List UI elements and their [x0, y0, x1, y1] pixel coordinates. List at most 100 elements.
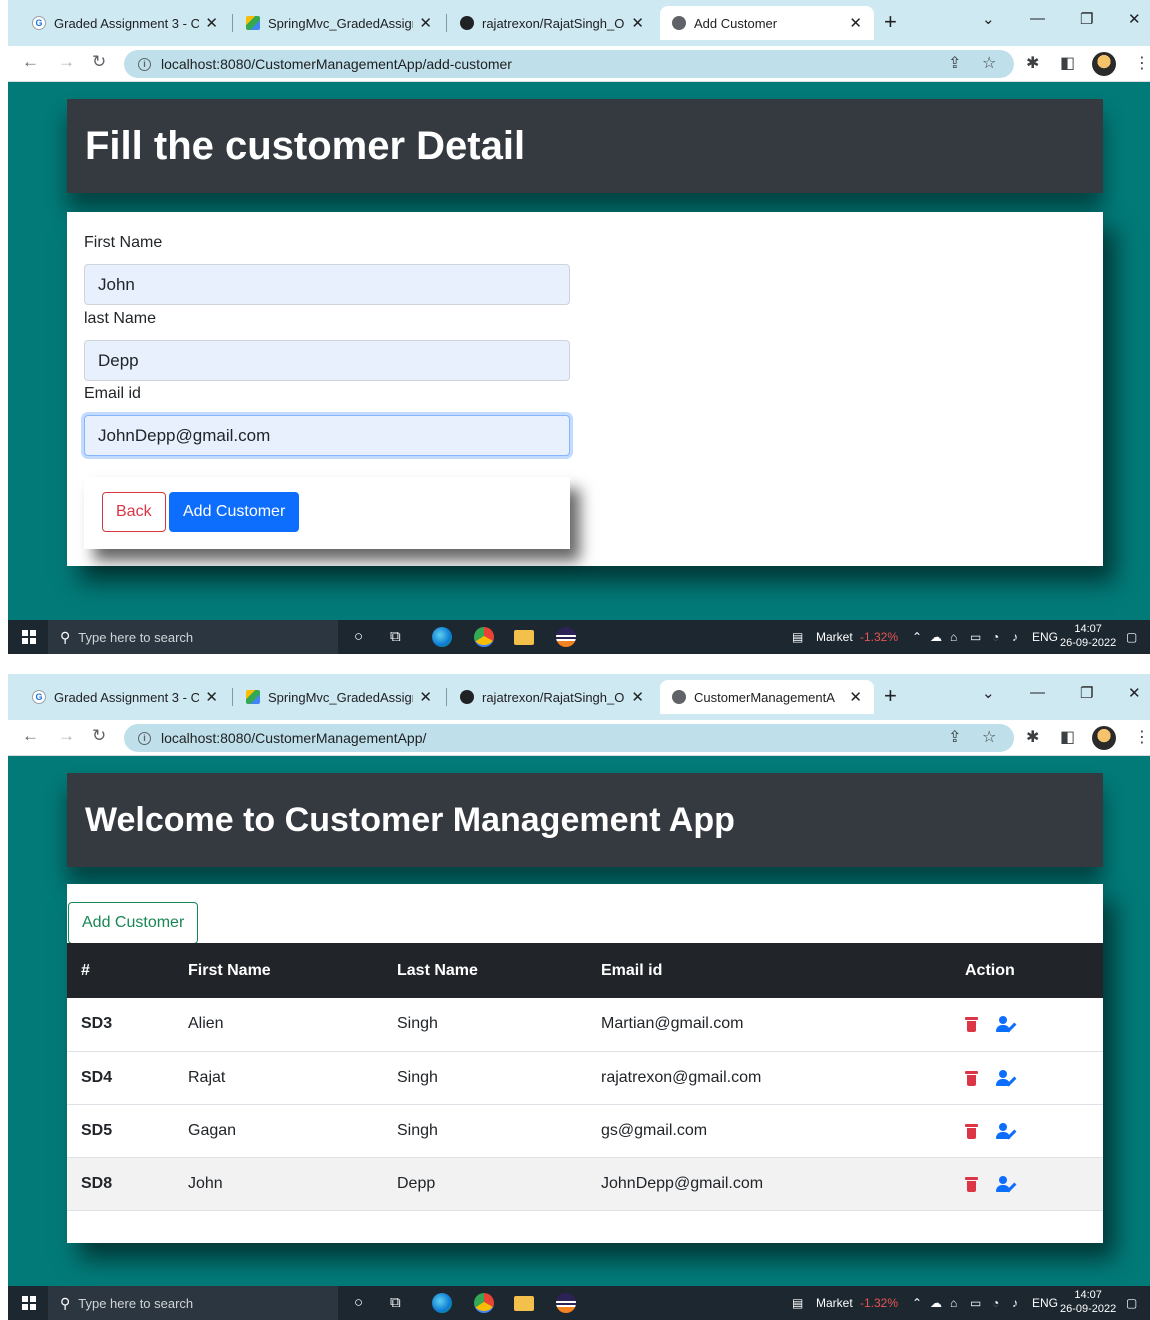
- back-button[interactable]: Back: [102, 492, 166, 532]
- trash-icon[interactable]: [965, 1070, 978, 1086]
- market-label[interactable]: Market: [816, 1296, 853, 1310]
- back-arrow-icon[interactable]: ←: [22, 726, 39, 746]
- trash-icon[interactable]: [965, 1123, 978, 1139]
- wifi-icon[interactable]: ◔: [992, 630, 999, 644]
- browser-tab-active[interactable]: CustomerManagementA ✕: [660, 680, 874, 714]
- restore-icon[interactable]: ❐: [1080, 10, 1093, 28]
- star-icon[interactable]: ☆: [982, 53, 996, 73]
- chevron-down-icon[interactable]: ⌄: [982, 684, 995, 702]
- forward-arrow-icon[interactable]: →: [58, 52, 75, 72]
- market-label[interactable]: Market: [816, 630, 853, 644]
- user-edit-icon[interactable]: [996, 1069, 1018, 1086]
- email-field[interactable]: [84, 415, 570, 456]
- file-explorer-icon[interactable]: [514, 630, 534, 645]
- notification-icon[interactable]: ▢: [1126, 630, 1137, 644]
- add-customer-button[interactable]: Add Customer: [68, 902, 199, 944]
- browser-tab-springmvc[interactable]: SpringMvc_GradedAssign ✕: [234, 8, 444, 38]
- close-icon[interactable]: ✕: [413, 14, 432, 32]
- cortana-icon[interactable]: ○: [354, 1294, 363, 1311]
- volume-icon[interactable]: ♪: [1012, 630, 1018, 644]
- taskbar-search-box[interactable]: ⚲ Type here to search: [48, 620, 338, 654]
- extensions-icon[interactable]: ✱: [1026, 53, 1039, 73]
- profile-avatar[interactable]: [1092, 52, 1116, 76]
- language-indicator[interactable]: ENG: [1032, 1296, 1058, 1310]
- language-indicator[interactable]: ENG: [1032, 630, 1058, 644]
- wifi-icon[interactable]: ◔: [992, 1296, 999, 1310]
- eclipse-icon[interactable]: [556, 1293, 576, 1313]
- trash-icon[interactable]: [965, 1176, 978, 1192]
- close-icon[interactable]: ✕: [199, 14, 218, 32]
- menu-kebab-icon[interactable]: ⋮: [1134, 727, 1150, 747]
- close-icon[interactable]: ✕: [413, 688, 432, 706]
- battery-icon[interactable]: ▭: [970, 630, 981, 644]
- add-customer-submit-button[interactable]: Add Customer: [169, 492, 300, 532]
- onedrive-icon[interactable]: ☁: [930, 1296, 942, 1310]
- file-explorer-icon[interactable]: [514, 1296, 534, 1311]
- last-name-field[interactable]: [84, 340, 570, 381]
- window-close-icon[interactable]: ✕: [1128, 684, 1141, 702]
- taskbar-clock[interactable]: 14:07 26-09-2022: [1060, 1288, 1116, 1316]
- taskbar-clock[interactable]: 14:07 26-09-2022: [1060, 622, 1116, 650]
- chrome-icon[interactable]: [474, 627, 494, 647]
- reload-icon[interactable]: ↻: [92, 52, 106, 72]
- tray-chevron-up-icon[interactable]: ⌃: [912, 1296, 922, 1310]
- user-edit-icon[interactable]: [996, 1175, 1018, 1192]
- news-widget-icon[interactable]: ▤: [792, 1296, 803, 1310]
- task-view-icon[interactable]: ⧉: [390, 628, 401, 645]
- address-bar[interactable]: i localhost:8080/CustomerManagementApp/a…: [124, 50, 1014, 78]
- new-tab-button[interactable]: +: [884, 9, 897, 35]
- cortana-icon[interactable]: ○: [354, 628, 363, 645]
- task-view-icon[interactable]: ⧉: [390, 1294, 401, 1311]
- info-icon[interactable]: i: [138, 57, 151, 71]
- notification-icon[interactable]: ▢: [1126, 1296, 1137, 1310]
- minimize-icon[interactable]: —: [1030, 684, 1045, 701]
- eclipse-icon[interactable]: [556, 627, 576, 647]
- reload-icon[interactable]: ↻: [92, 726, 106, 746]
- profile-avatar[interactable]: [1092, 726, 1116, 750]
- user-edit-icon[interactable]: [996, 1122, 1018, 1139]
- side-panel-icon[interactable]: ◧: [1060, 727, 1075, 747]
- forward-arrow-icon[interactable]: →: [58, 726, 75, 746]
- browser-tab-active[interactable]: Add Customer ✕: [660, 6, 874, 40]
- windows-start-icon[interactable]: [22, 1296, 36, 1310]
- chrome-icon[interactable]: [474, 1293, 494, 1313]
- extensions-icon[interactable]: ✱: [1026, 727, 1039, 747]
- info-icon[interactable]: i: [138, 731, 151, 745]
- edge-icon[interactable]: [432, 1293, 452, 1313]
- close-icon[interactable]: ✕: [625, 688, 644, 706]
- taskbar-search-box[interactable]: ⚲ Type here to search: [48, 1286, 338, 1320]
- side-panel-icon[interactable]: ◧: [1060, 53, 1075, 73]
- battery-icon[interactable]: ▭: [970, 1296, 981, 1310]
- meet-icon[interactable]: ⌂: [950, 630, 957, 644]
- browser-tab-graded-assignment[interactable]: G Graded Assignment 3 - C ✕: [20, 8, 230, 38]
- close-icon[interactable]: ✕: [843, 14, 862, 32]
- window-close-icon[interactable]: ✕: [1128, 10, 1141, 28]
- meet-icon[interactable]: ⌂: [950, 1296, 957, 1310]
- minimize-icon[interactable]: —: [1030, 10, 1045, 27]
- chevron-down-icon[interactable]: ⌄: [982, 10, 995, 28]
- trash-icon[interactable]: [965, 1016, 978, 1033]
- edge-icon[interactable]: [432, 627, 452, 647]
- restore-icon[interactable]: ❐: [1080, 684, 1093, 702]
- new-tab-button[interactable]: +: [884, 683, 897, 709]
- close-icon[interactable]: ✕: [843, 688, 862, 706]
- first-name-field[interactable]: [84, 264, 570, 305]
- close-icon[interactable]: ✕: [625, 14, 644, 32]
- menu-kebab-icon[interactable]: ⋮: [1134, 53, 1150, 73]
- volume-icon[interactable]: ♪: [1012, 1296, 1018, 1310]
- news-widget-icon[interactable]: ▤: [792, 630, 803, 644]
- user-edit-icon[interactable]: [996, 1016, 1018, 1033]
- windows-start-icon[interactable]: [22, 630, 36, 644]
- share-icon[interactable]: ⇪: [948, 53, 961, 73]
- share-icon[interactable]: ⇪: [948, 727, 961, 747]
- address-bar[interactable]: i localhost:8080/CustomerManagementApp/: [124, 724, 1014, 752]
- browser-tab-springmvc[interactable]: SpringMvc_GradedAssign ✕: [234, 682, 444, 712]
- tray-chevron-up-icon[interactable]: ⌃: [912, 630, 922, 644]
- browser-tab-graded-assignment[interactable]: G Graded Assignment 3 - C ✕: [20, 682, 230, 712]
- browser-tab-github[interactable]: rajatrexon/RajatSingh_OF ✕: [448, 682, 656, 712]
- close-icon[interactable]: ✕: [199, 688, 218, 706]
- star-icon[interactable]: ☆: [982, 727, 996, 747]
- browser-tab-github[interactable]: rajatrexon/RajatSingh_OF ✕: [448, 8, 656, 38]
- back-arrow-icon[interactable]: ←: [22, 52, 39, 72]
- onedrive-icon[interactable]: ☁: [930, 630, 942, 644]
